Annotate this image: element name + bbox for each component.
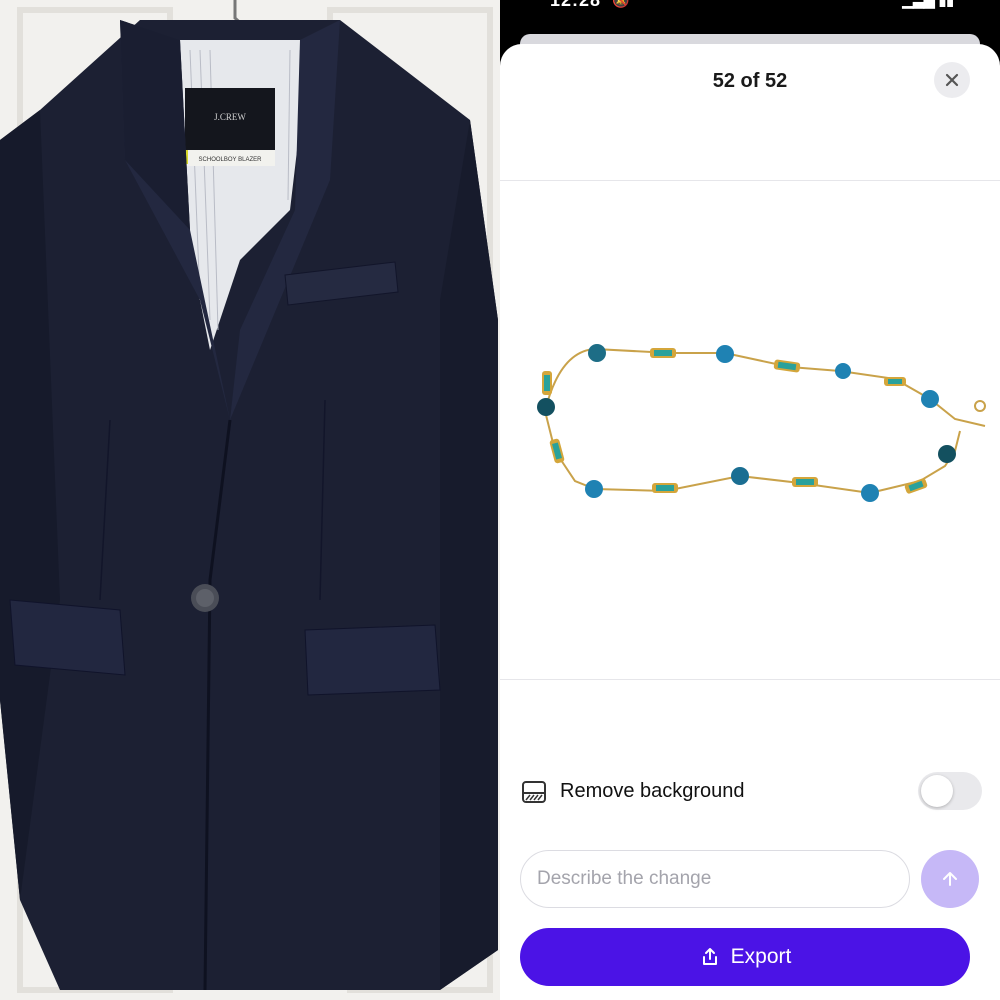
remove-background-toggle[interactable] — [918, 772, 982, 810]
close-button[interactable] — [934, 62, 970, 98]
mute-icon: 🔕 — [612, 0, 630, 8]
share-icon — [699, 946, 721, 968]
page-counter-title: 52 of 52 — [712, 70, 788, 92]
remove-background-icon — [522, 781, 546, 803]
style-label: SCHOOLBOY BLAZER — [199, 157, 263, 163]
blazer-photo: J.CREW SCHOOLBOY BLAZER — [0, 0, 500, 1000]
describe-change-input[interactable] — [520, 850, 910, 908]
phone-screen: 12:28 🔕 ▁▃▅ ▮▮ 52 of 52 Remove backgroun… — [500, 0, 1000, 1000]
status-time: 12:28 — [550, 0, 602, 10]
send-button[interactable] — [921, 850, 979, 908]
brand-label: J.CREW — [214, 112, 246, 122]
export-label: Export — [730, 945, 792, 968]
close-icon — [945, 73, 959, 87]
preview-image — [500, 180, 1000, 680]
remove-background-row: Remove background — [520, 772, 982, 812]
arrow-up-icon — [943, 872, 957, 886]
toggle-knob — [921, 775, 953, 807]
editor-sheet: 52 of 52 Remove background Describe the … — [500, 44, 1000, 1000]
status-bar: 12:28 🔕 ▁▃▅ ▮▮ — [500, 0, 1000, 36]
export-button[interactable]: Export — [520, 928, 970, 986]
remove-background-label: Remove background — [560, 780, 745, 802]
signal-battery-icons: ▁▃▅ ▮▮ — [902, 0, 954, 8]
necklace-image — [500, 181, 1000, 679]
